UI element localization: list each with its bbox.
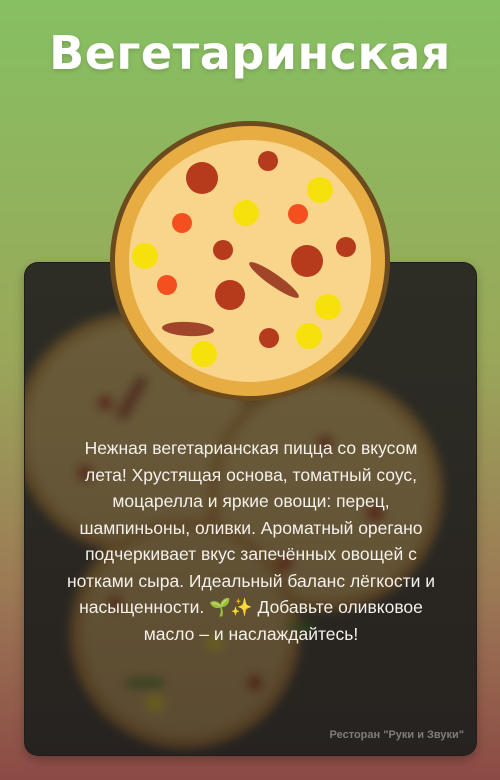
- pizza-description: Нежная вегетарианская пицца со вкусом ле…: [66, 438, 436, 644]
- restaurant-footer: Ресторан "Руки и Звуки": [329, 729, 464, 741]
- pizza-icon: [110, 121, 390, 401]
- page-title: Вегетаринская: [49, 26, 451, 80]
